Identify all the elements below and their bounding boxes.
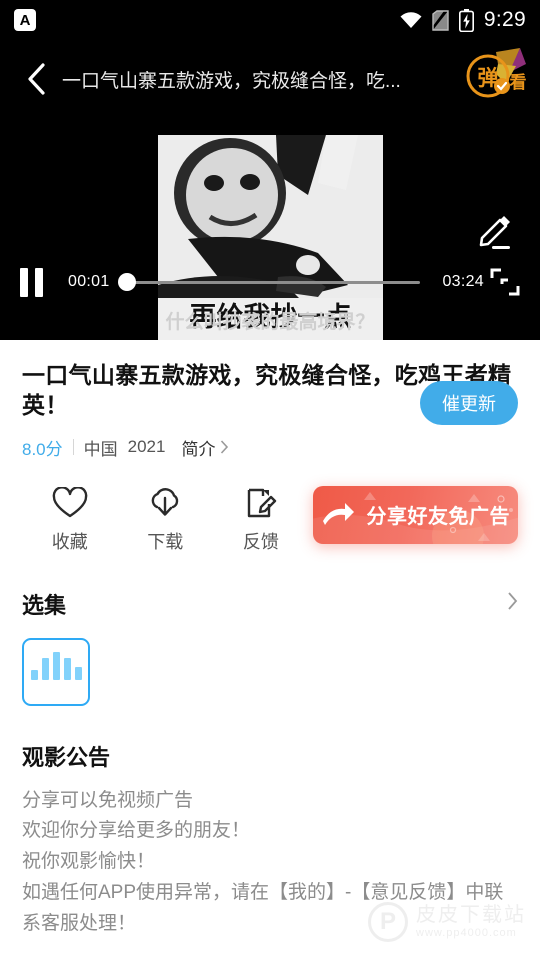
watermark-logo-letter: P [379,908,396,935]
wifi-icon [400,12,422,28]
intro-link[interactable]: 简介 [181,435,229,460]
episode-card-playing[interactable] [22,637,90,706]
watermark-url: www.pp4000.com [416,927,517,940]
urge-update-button[interactable]: 催更新 [420,380,518,425]
meta-row: 8.0分 中国 2021 简介 [22,435,518,460]
title-row: 一口气山寨五款游戏，究极缝合怪，吃鸡王者精英！ 催更新 [22,360,518,425]
pause-icon[interactable] [20,267,54,297]
notice-title: 观影公告 [22,744,111,770]
intro-label: 简介 [181,439,216,459]
meta-divider [72,439,74,456]
player-top-bar: 一口气山寨五款游戏，究极缝合怪，吃... 弹 看 [0,40,540,118]
svg-text:看: 看 [509,72,527,93]
chevron-right-icon [221,440,229,454]
video-info: 一口气山寨五款游戏，究极缝合怪，吃鸡王者精英！ 催更新 8.0分 中国 2021… [0,340,540,460]
player-controls: 00:01 03:24 [0,260,540,304]
current-time-label: 00:01 [68,273,110,290]
status-bar: A 9:29 [0,0,540,40]
duration-label: 03:24 [442,273,484,290]
danmaku-watch-badge-icon[interactable]: 弹 看 [460,46,532,108]
app-notification-letter: A [19,11,31,29]
video-subtitle: 什么叫抄袭的最高境界？ [165,311,375,333]
fullscreen-icon[interactable] [490,268,520,296]
watermark-logo-icon: P [368,902,408,942]
episodes-section: 选集 [0,554,540,706]
share-free-ads-button[interactable]: 分享好友免广告 [312,485,518,544]
share-arrow-icon [322,502,354,525]
video-player[interactable]: 再给我抄一点 一口气山寨五款游戏，究极缝合怪，吃... 弹 看 00:01 03… [0,40,540,340]
feedback-button[interactable]: 反馈 [213,486,309,554]
download-button[interactable]: 下载 [118,486,214,554]
action-bar: 收藏 下载 反馈 分享好友免广告 [0,460,540,554]
sim-card-off-icon [432,9,449,31]
episodes-header[interactable]: 选集 [22,588,518,620]
feedback-label: 反馈 [242,531,279,552]
meta-year: 2021 [127,437,166,457]
meta-region: 中国 [83,439,118,459]
playing-bars-icon [30,669,38,680]
watermark: P 皮皮下载站 www.pp4000.com [368,902,526,942]
app-screen: A 9:29 再给我抄一点 一口气山寨五款游戏，究极缝合怪，吃... 弹 看 0… [0,0,540,960]
episode-list [22,637,518,706]
favorite-label: 收藏 [51,531,88,552]
share-button-label: 分享好友免广告 [366,506,511,529]
notice-line: 分享可以免视频广告 [22,789,194,811]
status-bar-left: A [14,9,36,31]
battery-charging-icon [458,8,474,32]
chevron-right-icon[interactable] [507,592,518,616]
pencil-edit-icon[interactable] [474,208,518,252]
rating-score: 8.0分 [22,439,63,459]
status-bar-right: 9:29 [400,8,526,32]
progress-bar[interactable] [118,273,421,291]
cloud-download-icon [147,486,183,520]
download-label: 下载 [147,531,184,552]
favorite-button[interactable]: 收藏 [22,486,118,554]
heart-icon [52,486,88,520]
watermark-text: 皮皮下载站 www.pp4000.com [416,904,526,940]
progress-thumb[interactable] [118,273,137,291]
app-notification-icon: A [14,9,36,31]
episodes-title: 选集 [22,592,67,618]
notice-line: 祝你观影愉快！ [22,851,156,873]
notice-line: 欢迎你分享给更多的朋友！ [22,820,251,842]
player-title: 一口气山寨五款游戏，究极缝合怪，吃... [62,70,401,92]
feedback-edit-icon [243,486,279,520]
watermark-site-name: 皮皮下载站 [416,904,526,927]
status-bar-clock: 9:29 [483,8,526,31]
back-chevron-icon[interactable] [16,57,56,101]
